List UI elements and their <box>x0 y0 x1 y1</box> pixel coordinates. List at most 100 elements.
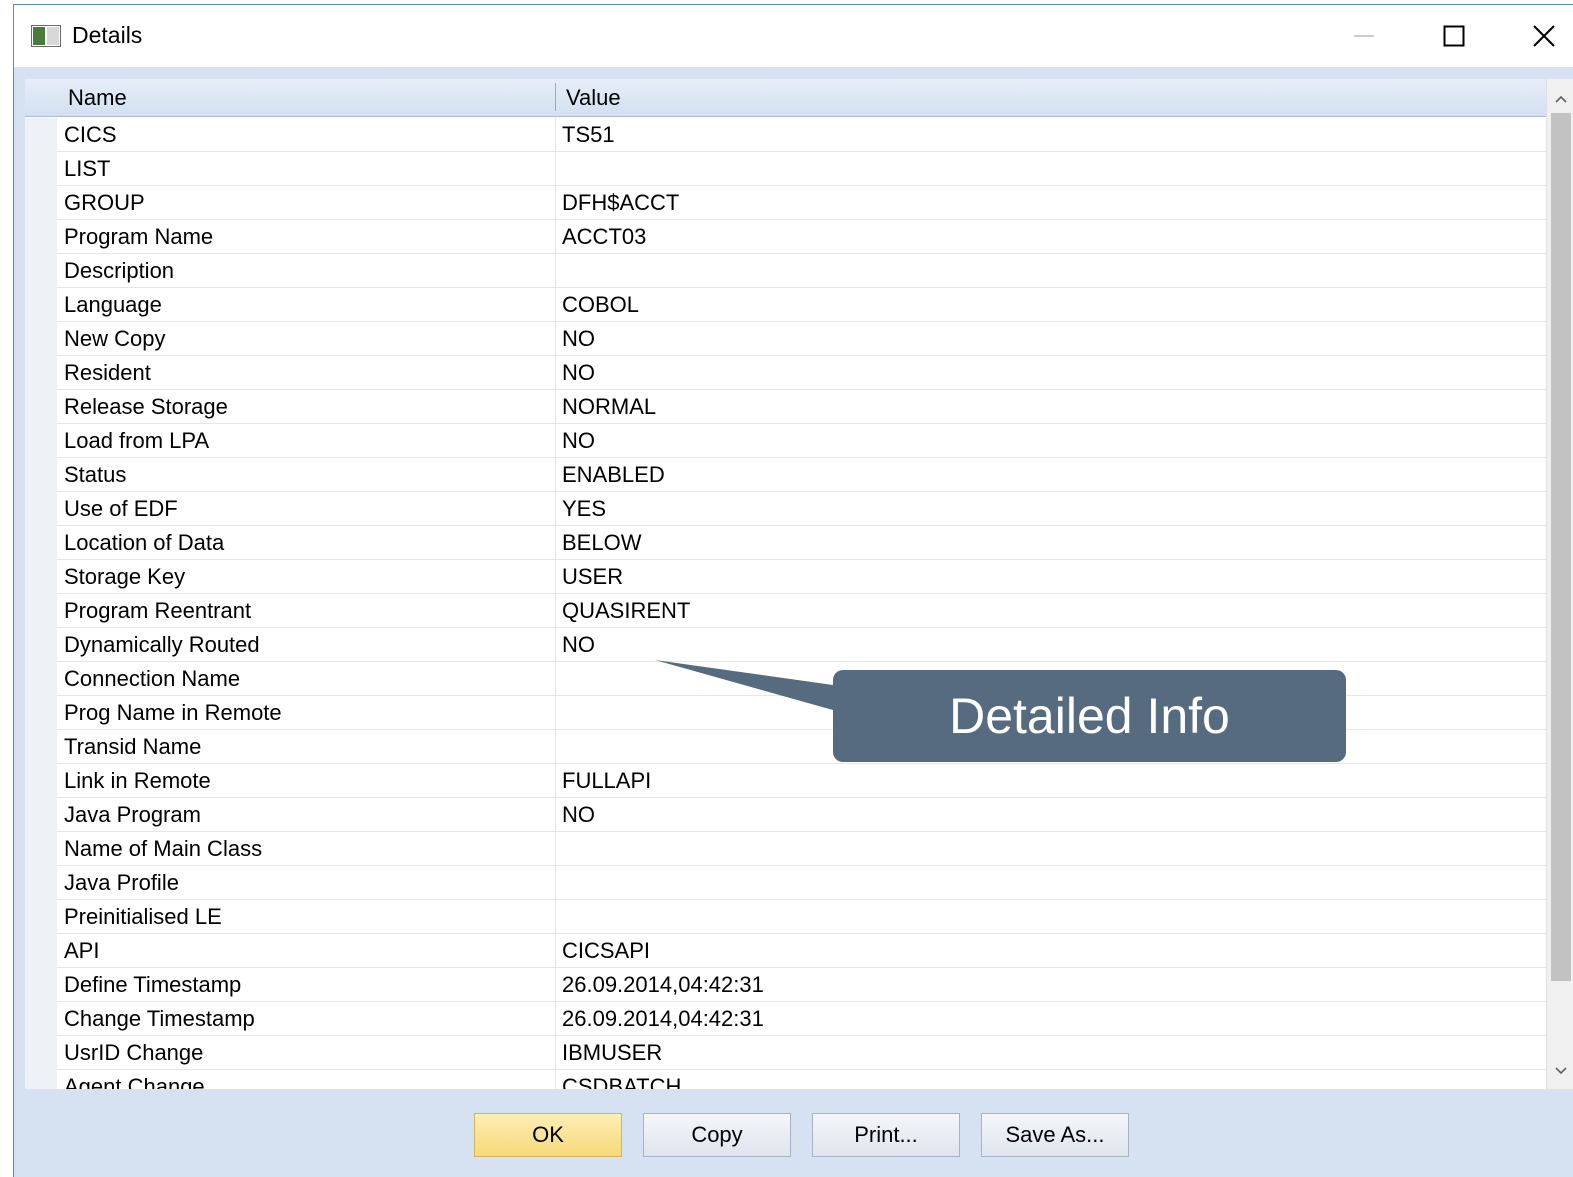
row-name-cell: Preinitialised LE <box>64 904 222 929</box>
row-gutter <box>25 322 57 356</box>
cell-divider <box>555 764 556 798</box>
table-row[interactable]: Dynamically Routed NO <box>25 628 1546 662</box>
row-value-cell: 26.09.2014,04:42:31 <box>562 1006 764 1031</box>
row-name-cell: New Copy <box>64 326 166 351</box>
row-name-cell: Java Profile <box>64 870 179 895</box>
cell-divider <box>555 356 556 390</box>
row-value-cell: CICSAPI <box>562 938 651 963</box>
cell-divider <box>555 458 556 492</box>
vertical-scrollbar[interactable] <box>1546 79 1573 1089</box>
cell-divider <box>555 288 556 322</box>
row-gutter <box>25 458 57 492</box>
cell-divider <box>555 866 556 900</box>
column-divider[interactable] <box>555 83 556 111</box>
table-row[interactable]: Language COBOL <box>25 288 1546 322</box>
maximize-button[interactable] <box>1429 15 1479 57</box>
row-name-cell: Release Storage <box>64 394 228 419</box>
row-name-cell: Transid Name <box>64 734 202 759</box>
ok-button[interactable]: OK <box>474 1113 622 1157</box>
table-row[interactable]: Load from LPA NO <box>25 424 1546 458</box>
list-rows: CICS TS51 LIST GROUP DFH$ACCT Program Name ACC… <box>25 118 1546 1089</box>
row-name-cell: Link in Remote <box>64 768 211 793</box>
row-gutter <box>25 1070 57 1089</box>
cell-divider <box>555 322 556 356</box>
table-row[interactable]: Define Timestamp 26.09.2014,04:42:31 <box>25 968 1546 1002</box>
row-value-cell: BELOW <box>562 530 642 555</box>
table-row[interactable]: Java Profile <box>25 866 1546 900</box>
table-row[interactable]: Location of Data BELOW <box>25 526 1546 560</box>
row-name-cell: Location of Data <box>64 530 225 555</box>
row-name-cell: Change Timestamp <box>64 1006 255 1031</box>
cell-divider <box>555 832 556 866</box>
row-name-cell: Name of Main Class <box>64 836 263 861</box>
row-value-cell: 26.09.2014,04:42:31 <box>562 972 764 997</box>
table-row[interactable]: Status ENABLED <box>25 458 1546 492</box>
table-row[interactable]: Release Storage NORMAL <box>25 390 1546 424</box>
cell-divider <box>555 900 556 934</box>
table-row[interactable]: Preinitialised LE <box>25 900 1546 934</box>
row-gutter <box>25 560 57 594</box>
copy-button[interactable]: Copy <box>643 1113 791 1157</box>
table-row[interactable]: Name of Main Class <box>25 832 1546 866</box>
details-window: Details Name Value CICS TS51 LIST GROUP DFH$… <box>13 4 1573 1177</box>
cell-divider <box>555 424 556 458</box>
list-header: Name Value <box>25 79 1546 117</box>
table-row[interactable]: Java Program NO <box>25 798 1546 832</box>
details-list-view[interactable]: Name Value CICS TS51 LIST GROUP DFH$ACCT Prog… <box>25 79 1573 1089</box>
table-row[interactable]: Use of EDF YES <box>25 492 1546 526</box>
row-value-cell: USER <box>562 564 624 589</box>
cell-divider <box>555 798 556 832</box>
scrollbar-thumb[interactable] <box>1551 113 1571 981</box>
row-gutter <box>25 288 57 322</box>
column-header-value[interactable]: Value <box>566 85 621 111</box>
row-value-cell: ENABLED <box>562 462 665 487</box>
print-button[interactable]: Print... <box>812 1113 960 1157</box>
column-header-name[interactable]: Name <box>68 85 127 111</box>
close-button[interactable] <box>1519 15 1569 57</box>
row-name-cell: Status <box>64 462 127 487</box>
row-name-cell: GROUP <box>64 190 145 215</box>
row-gutter <box>25 186 57 220</box>
row-name-cell: Agent Change <box>64 1074 205 1089</box>
row-gutter <box>25 220 57 254</box>
cell-divider <box>555 934 556 968</box>
row-name-cell: UsrID Change <box>64 1040 204 1065</box>
title-bar[interactable]: Details <box>14 5 1573 67</box>
table-row[interactable]: Program Name ACCT03 <box>25 220 1546 254</box>
row-name-cell: API <box>64 938 100 963</box>
row-gutter <box>25 832 57 866</box>
row-name-cell: Storage Key <box>64 564 186 589</box>
row-name-cell: Prog Name in Remote <box>64 700 282 725</box>
minimize-button[interactable] <box>1339 15 1389 57</box>
save-as-button[interactable]: Save As... <box>981 1113 1129 1157</box>
maximize-icon <box>1443 25 1465 47</box>
row-name-cell: Description <box>64 258 175 283</box>
row-name-cell: LIST <box>64 156 111 181</box>
cell-divider <box>555 594 556 628</box>
scroll-up-button[interactable] <box>1547 85 1573 113</box>
row-gutter <box>25 118 57 152</box>
cell-divider <box>555 254 556 288</box>
table-row[interactable]: Program Reentrant QUASIRENT <box>25 594 1546 628</box>
table-row[interactable]: Description <box>25 254 1546 288</box>
row-value-cell: CSDBATCH <box>562 1074 682 1089</box>
row-name-cell: Use of EDF <box>64 496 178 521</box>
row-gutter <box>25 798 57 832</box>
minimize-icon <box>1354 35 1374 37</box>
table-row[interactable]: Resident NO <box>25 356 1546 390</box>
table-row[interactable]: Agent Change CSDBATCH <box>25 1070 1546 1089</box>
table-row[interactable]: New Copy NO <box>25 322 1546 356</box>
table-row[interactable]: CICS TS51 <box>25 118 1546 152</box>
row-name-cell: Dynamically Routed <box>64 632 260 657</box>
table-row[interactable]: Change Timestamp 26.09.2014,04:42:31 <box>25 1002 1546 1036</box>
table-row[interactable]: API CICSAPI <box>25 934 1546 968</box>
row-gutter <box>25 356 57 390</box>
cell-divider <box>555 186 556 220</box>
table-row[interactable]: GROUP DFH$ACCT <box>25 186 1546 220</box>
table-row[interactable]: UsrID Change IBMUSER <box>25 1036 1546 1070</box>
row-name-cell: Program Name <box>64 224 214 249</box>
table-row[interactable]: Storage Key USER <box>25 560 1546 594</box>
table-row[interactable]: LIST <box>25 152 1546 186</box>
scroll-down-button[interactable] <box>1547 1057 1573 1085</box>
table-row[interactable]: Link in Remote FULLAPI <box>25 764 1546 798</box>
